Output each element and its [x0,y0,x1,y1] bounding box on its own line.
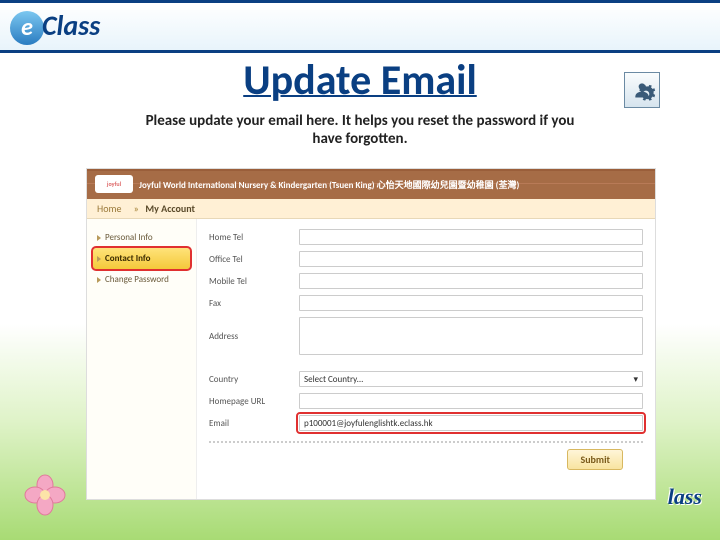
sidebar-item-change-password[interactable]: Change Password [93,269,190,290]
homepage-input[interactable] [299,393,643,409]
app-screenshot: joyful Joyful World International Nurser… [86,168,656,500]
office-tel-label: Office Tel [209,254,299,265]
fax-input[interactable] [299,295,643,311]
triangle-icon [97,235,101,241]
school-name: Joyful World International Nursery & Kin… [139,178,519,191]
breadcrumb-current: My Account [145,202,195,215]
homepage-label: Homepage URL [209,396,299,407]
triangle-icon [97,277,101,283]
breadcrumb: Home » My Account [87,199,655,219]
sidebar: Personal Info Contact Info Change Passwo… [87,219,197,500]
user-settings-icon [624,72,660,108]
page-subtitle: Please update your email here. It helps … [140,112,580,148]
fax-label: Fax [209,298,299,309]
mobile-tel-label: Mobile Tel [209,276,299,287]
contact-form: Home Tel Office Tel Mobile Tel Fax Addre… [197,219,655,500]
header-bar: eClass [0,3,720,53]
country-label: Country [209,374,299,385]
page-title: Update Email [0,55,720,106]
eclass-logo: eClass [10,8,100,45]
flower-decoration [20,470,70,520]
submit-button[interactable]: Submit [567,449,623,470]
office-tel-input[interactable] [299,251,643,267]
email-input[interactable] [299,415,643,431]
address-input[interactable] [299,317,643,355]
mobile-tel-input[interactable] [299,273,643,289]
email-label: Email [209,418,299,429]
address-label: Address [209,331,299,342]
divider [209,441,643,443]
breadcrumb-sep: » [134,202,139,215]
sidebar-item-contact-info[interactable]: Contact Info [93,248,190,269]
home-tel-label: Home Tel [209,232,299,243]
triangle-icon [97,256,101,262]
breadcrumb-home[interactable]: Home [97,202,121,215]
school-banner: joyful Joyful World International Nurser… [87,169,655,199]
chevron-down-icon: ▾ [633,374,638,385]
sidebar-item-personal-info[interactable]: Personal Info [93,227,190,248]
home-tel-input[interactable] [299,229,643,245]
eclass-logo-bottom: lass [668,484,702,510]
country-select[interactable]: Select Country...▾ [299,371,643,387]
school-logo: joyful [95,175,133,193]
